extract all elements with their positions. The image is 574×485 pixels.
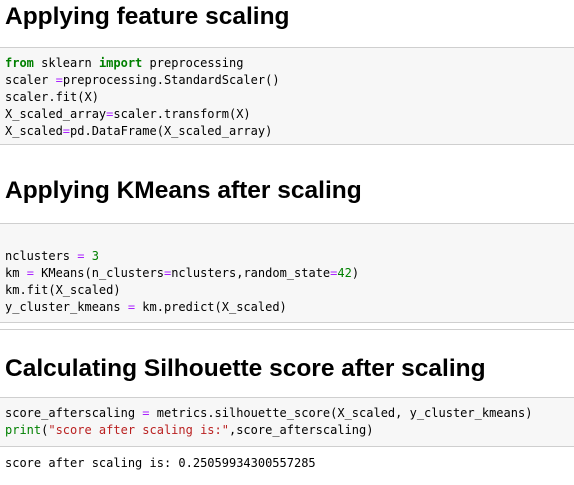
code-token: X_scaled: [5, 124, 63, 138]
cell-output: score after scaling is: 0.25059934300557…: [5, 456, 316, 470]
code-token: =: [62, 124, 71, 138]
heading-feature-scaling: Applying feature scaling: [5, 3, 290, 30]
code-token: scaler.transform(X): [113, 107, 251, 121]
code-token: km.predict(X_scaled): [135, 300, 287, 314]
code-block: from sklearn import preprocessing scaler…: [5, 55, 280, 140]
code-token: preprocessing: [142, 56, 244, 70]
code-token: preprocessing.StandardScaler(): [62, 73, 280, 87]
heading-kmeans-after-scaling: Applying KMeans after scaling: [5, 177, 362, 204]
code-token: =: [55, 73, 63, 87]
code-token: =: [26, 266, 34, 280]
code-token: =: [127, 300, 136, 314]
code-cell-feature-scaling[interactable]: from sklearn import preprocessing scaler…: [0, 47, 574, 145]
code-token: print: [5, 423, 42, 437]
code-token: 3: [91, 249, 99, 263]
code-token: import: [98, 56, 143, 70]
code-token: scaler: [5, 73, 56, 87]
code-token: metrics.silhouette_score(X_scaled, y_clu…: [149, 406, 533, 420]
code-token: nclusters,random_state: [171, 266, 331, 280]
code-token: from: [5, 56, 34, 70]
code-token: scaler.fit(X): [5, 90, 99, 104]
code-block: nclusters = 3 km = KMeans(n_clusters=ncl…: [5, 231, 359, 316]
code-token: ,score_afterscaling): [228, 423, 374, 437]
code-token: km: [5, 266, 27, 280]
code-cell-kmeans[interactable]: nclusters = 3 km = KMeans(n_clusters=ncl…: [0, 223, 574, 323]
code-token: 42: [337, 266, 352, 280]
code-token: ): [351, 266, 360, 280]
code-cell-silhouette[interactable]: score_afterscaling = metrics.silhouette_…: [0, 397, 574, 447]
code-token: nclusters: [5, 249, 78, 263]
code-token: y_cluster_kmeans: [5, 300, 128, 314]
code-token: KMeans(n_clusters: [33, 266, 164, 280]
code-token: pd.DataFrame(X_scaled_array): [70, 124, 273, 138]
code-token: km.fit(X_scaled): [5, 283, 121, 297]
code-token: =: [142, 406, 150, 420]
code-token: "score after scaling is:": [48, 423, 229, 437]
heading-silhouette-score: Calculating Silhouette score after scali…: [5, 355, 486, 382]
cell-separator: [0, 329, 574, 330]
code-token: X_scaled_array: [5, 107, 107, 121]
code-token: score_afterscaling: [5, 406, 143, 420]
code-block: score_afterscaling = metrics.silhouette_…: [5, 405, 532, 439]
code-token: sklearn: [33, 56, 99, 70]
